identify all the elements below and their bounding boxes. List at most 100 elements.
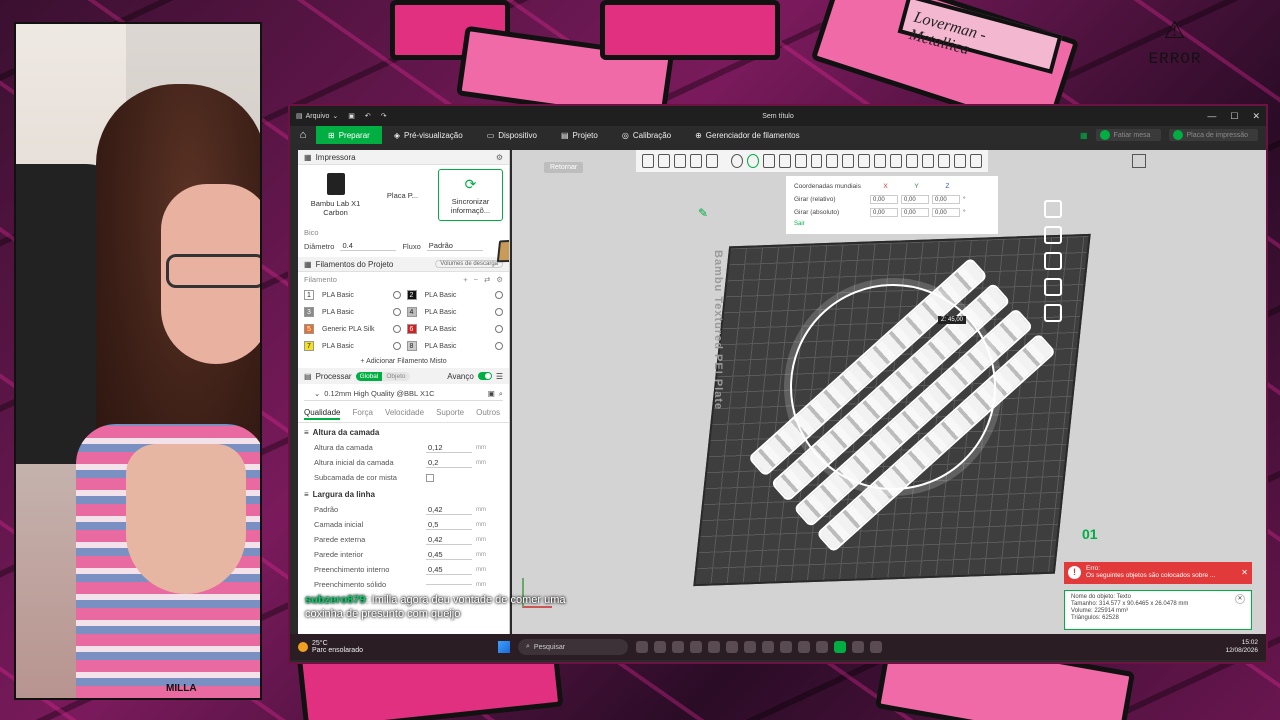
flush-volumes-button[interactable]: Volumes de descarga — [435, 260, 503, 268]
app-icon[interactable] — [708, 641, 720, 653]
close-plate-icon[interactable] — [1044, 200, 1062, 218]
toggle-global[interactable]: Global — [355, 371, 383, 381]
remove-filament-icon[interactable] — [495, 325, 503, 333]
rotate-absolute-y[interactable]: 0,00 — [901, 208, 929, 217]
line-width-input[interactable]: 0,42 — [426, 535, 472, 545]
arrange-icon[interactable] — [689, 154, 702, 168]
print-button[interactable]: Placa de impressão — [1168, 129, 1258, 141]
line-width-input[interactable]: 0,42 — [426, 505, 472, 515]
app-icon[interactable] — [672, 641, 684, 653]
undo-icon[interactable]: ↶ — [365, 112, 371, 120]
ruler-icon[interactable] — [970, 154, 982, 168]
remove-filament-icon[interactable] — [392, 325, 401, 333]
app-icon[interactable] — [690, 641, 702, 653]
rotate-absolute-z[interactable]: 0,00 — [932, 208, 960, 217]
maximize-button[interactable]: ☐ — [1230, 111, 1238, 122]
weather-widget[interactable]: 25°C Parc ensolarado — [298, 640, 498, 654]
rotation-gizmo[interactable] — [790, 284, 996, 490]
slice-button[interactable]: Fatiar mesa — [1095, 129, 1161, 141]
save-icon[interactable]: ▣ — [348, 112, 355, 120]
seam-paint-icon[interactable] — [842, 154, 855, 168]
remove-filament-icon[interactable] — [495, 291, 503, 299]
settings-icon[interactable]: ⚙ — [496, 275, 503, 284]
first-layer-input[interactable]: 0,2 — [426, 458, 472, 468]
remove-icon[interactable]: − — [474, 275, 478, 284]
3d-viewport[interactable]: Retornar ✎ Bambu Textured PEI Plate Z: 4… — [512, 150, 1266, 634]
view-options-icon[interactable] — [1132, 154, 1146, 168]
search-icon[interactable]: ⌕ — [499, 389, 503, 399]
save-preset-icon[interactable]: ▣ — [488, 389, 495, 398]
mesh-boolean-icon[interactable] — [810, 154, 823, 168]
text-tool-icon[interactable] — [874, 154, 887, 168]
clock[interactable]: 15:02 12/08/2026 — [1225, 639, 1258, 655]
printer-select[interactable]: Bambu Lab X1 Carbon — [304, 169, 367, 221]
process-preset-select[interactable]: ⌄ 0.12mm High Quality @BBL X1C ▣ ⌕ — [304, 387, 503, 401]
layer-height-input[interactable]: 0,12 — [426, 443, 472, 453]
tab-others[interactable]: Outros — [476, 408, 500, 420]
filament-item[interactable]: 7 PLA Basic — [304, 339, 401, 353]
svg-tool-icon[interactable] — [890, 154, 903, 168]
remove-filament-icon[interactable] — [392, 342, 401, 350]
app-icon[interactable] — [654, 641, 666, 653]
scale-icon[interactable] — [762, 154, 775, 168]
chrome-icon[interactable] — [726, 641, 738, 653]
list-icon[interactable]: ☰ — [496, 372, 503, 381]
filament-item[interactable]: 8 PLA Basic — [406, 339, 503, 353]
plate-icon[interactable]: ▦ — [1080, 131, 1088, 140]
premiere-icon[interactable] — [870, 641, 882, 653]
plate-grid-icon[interactable] — [657, 154, 670, 168]
advanced-switch[interactable] — [477, 372, 492, 380]
remove-filament-icon[interactable] — [392, 308, 401, 316]
filament-item[interactable]: 1 PLA Basic — [304, 288, 401, 302]
assembly-icon[interactable] — [922, 154, 935, 168]
menu-file[interactable]: ▤ Arquivo ⌄ — [296, 112, 338, 121]
tab-preview[interactable]: ◈ Pré-visualização — [382, 126, 475, 144]
spotify-icon[interactable] — [798, 641, 810, 653]
taskbar-search[interactable]: ⌕ Pesquisar — [518, 639, 628, 655]
remove-filament-icon[interactable] — [495, 342, 503, 350]
plate-select[interactable]: Placa P... — [371, 169, 509, 263]
lock-icon[interactable] — [1044, 278, 1062, 296]
measure-icon[interactable] — [906, 154, 919, 168]
home-icon[interactable]: ⌂ — [290, 129, 316, 141]
tab-device[interactable]: ▭ Dispositivo — [475, 126, 549, 144]
steam-icon[interactable] — [816, 641, 828, 653]
tab-calibration[interactable]: ◎ Calibração — [610, 126, 683, 144]
mixed-sublayer-checkbox[interactable] — [426, 473, 434, 482]
variable-layer-icon[interactable] — [954, 154, 967, 168]
orient-icon[interactable] — [673, 154, 686, 168]
remove-filament-icon[interactable] — [495, 308, 503, 316]
filament-item[interactable]: 3 PLA Basic — [304, 305, 401, 319]
lay-on-face-icon[interactable] — [778, 154, 791, 168]
discord-icon[interactable] — [780, 641, 792, 653]
error-text[interactable]: Os seguintes objetos são colocados sobre… — [1086, 572, 1248, 579]
move-icon[interactable] — [730, 154, 743, 168]
close-icon[interactable]: ✕ — [1241, 568, 1248, 577]
rotate-relative-y[interactable]: 0,00 — [901, 195, 929, 204]
global-object-toggle[interactable]: Global Objeto — [355, 371, 410, 381]
filament-item[interactable]: 4 PLA Basic — [406, 305, 503, 319]
rotate-relative-z[interactable]: 0,00 — [932, 195, 960, 204]
diameter-select[interactable]: 0.4 — [340, 241, 397, 251]
add-mixed-filament-button[interactable]: + Adicionar Filamento Misto — [298, 355, 509, 368]
rotate-absolute-x[interactable]: 0,00 — [870, 208, 898, 217]
filament-item[interactable]: 5 Generic PLA Silk — [304, 322, 401, 336]
flow-select[interactable]: Padrão — [426, 241, 483, 251]
support-paint-icon[interactable] — [826, 154, 839, 168]
add-object-icon[interactable] — [642, 154, 654, 168]
line-width-input[interactable]: 0,5 — [426, 520, 472, 530]
edge-icon[interactable] — [744, 641, 756, 653]
redo-icon[interactable]: ↷ — [381, 112, 387, 120]
tab-speed[interactable]: Velocidade — [385, 408, 424, 420]
line-width-input[interactable]: 0,45 — [426, 565, 472, 575]
tab-filament-manager[interactable]: ⊕ Gerenciador de filamentos — [683, 126, 812, 144]
plate-image-icon[interactable] — [1044, 226, 1062, 244]
rotate-icon[interactable] — [746, 154, 759, 168]
rotation-exit-button[interactable]: Sair — [794, 221, 990, 227]
task-view-icon[interactable] — [636, 641, 648, 653]
close-icon[interactable]: ✕ — [1235, 594, 1245, 604]
tab-strength[interactable]: Força — [352, 408, 372, 420]
explode-icon[interactable] — [938, 154, 951, 168]
tab-support[interactable]: Suporte — [436, 408, 464, 420]
edit-pencil-icon[interactable]: ✎ — [698, 206, 708, 220]
